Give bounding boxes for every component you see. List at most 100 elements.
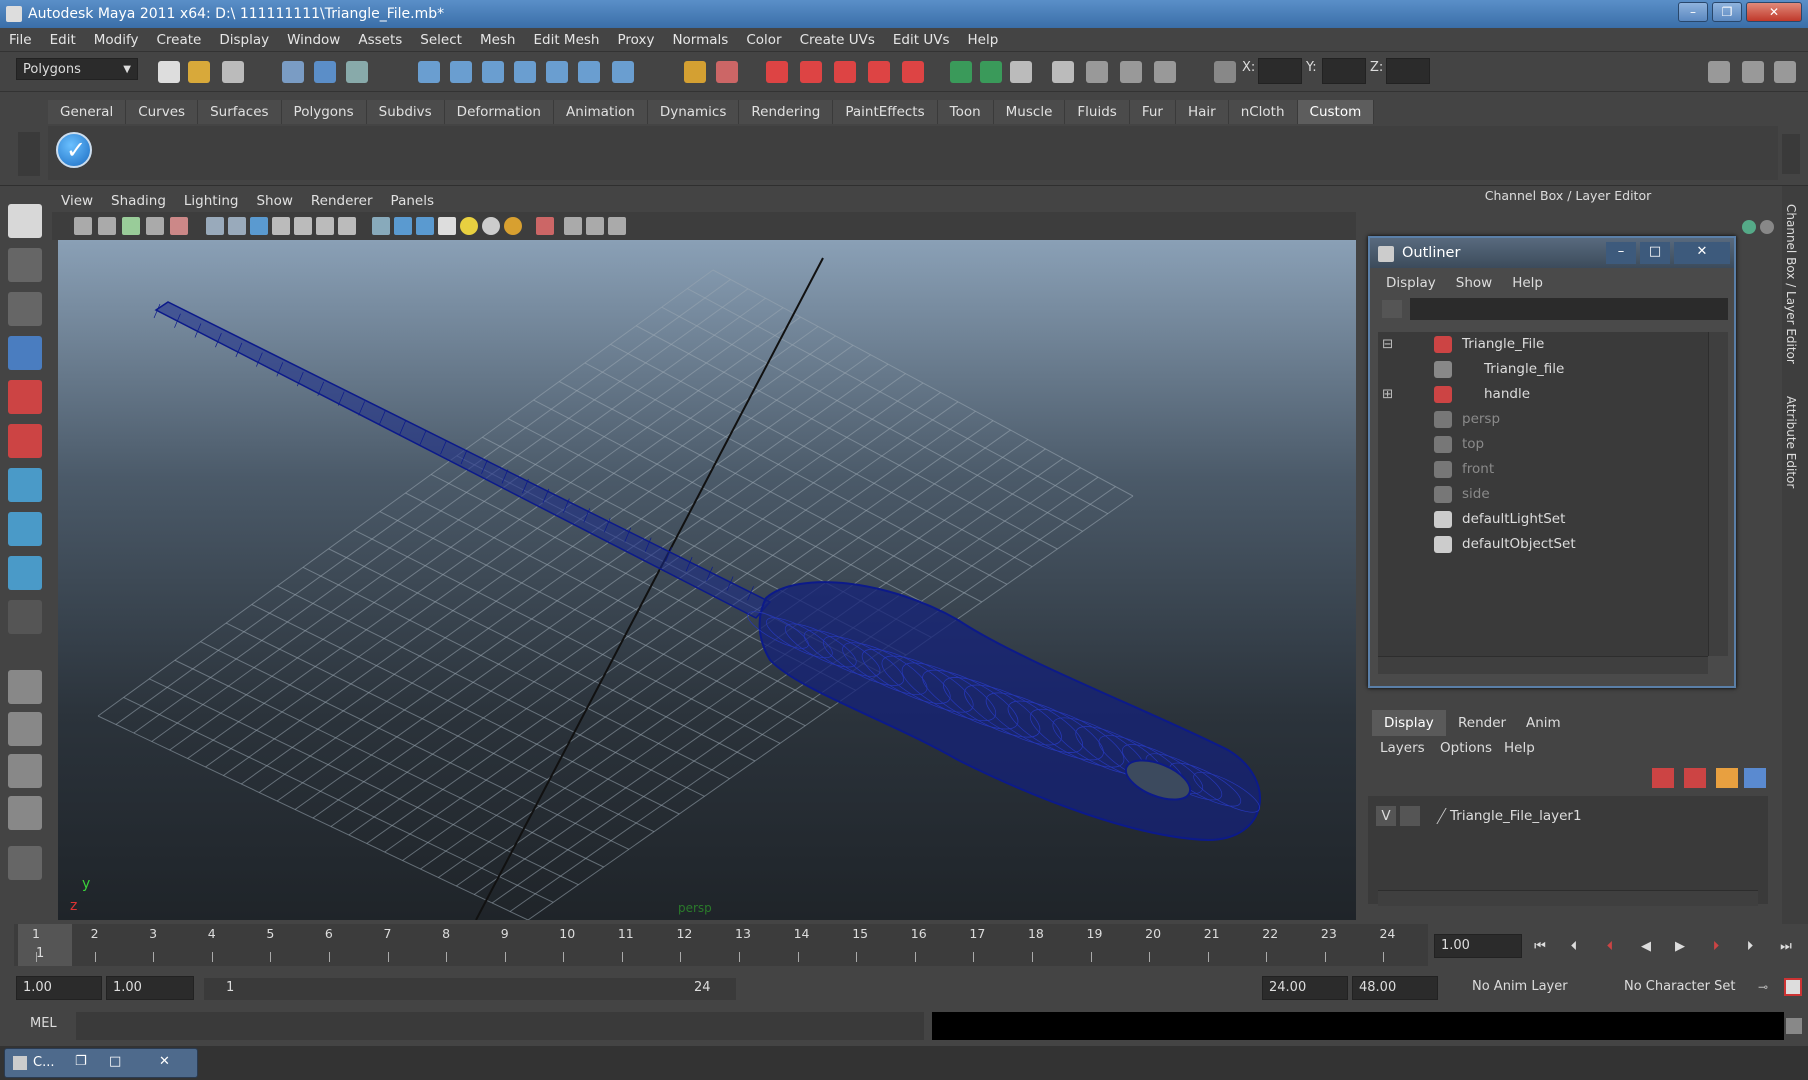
minimized-close-button[interactable]: ✕: [159, 1054, 170, 1069]
safe-action-icon[interactable]: [316, 217, 334, 235]
y-field[interactable]: [1322, 58, 1366, 84]
menu-edit-mesh[interactable]: Edit Mesh: [524, 28, 608, 52]
outliner-item[interactable]: ⊞ handle: [1378, 382, 1708, 407]
shelf-tab-ncloth[interactable]: nCloth: [1228, 100, 1298, 124]
menu-modify[interactable]: Modify: [85, 28, 148, 52]
shelf-tab-toon[interactable]: Toon: [937, 100, 994, 124]
ipr-render-icon[interactable]: [800, 61, 822, 83]
menu-color[interactable]: Color: [737, 28, 790, 52]
hypershade-icon[interactable]: [868, 61, 890, 83]
lock-icon[interactable]: [684, 61, 706, 83]
shadows-icon[interactable]: [482, 217, 500, 235]
outliner-maximize-button[interactable]: □: [1640, 242, 1670, 264]
select-by-object-icon[interactable]: [314, 61, 336, 83]
layer-horizontal-scrollbar[interactable]: [1378, 890, 1758, 906]
shelf-tab-muscle[interactable]: Muscle: [993, 100, 1066, 124]
image-plane-icon[interactable]: [146, 217, 164, 235]
field-chart-icon[interactable]: [294, 217, 312, 235]
preferences-icon[interactable]: [1784, 978, 1802, 996]
move-tool-icon[interactable]: [8, 336, 42, 370]
outliner-item[interactable]: ⊟ Triangle_File: [1378, 332, 1708, 357]
shelf-tab-hair[interactable]: Hair: [1175, 100, 1229, 124]
camera-attributes-icon[interactable]: [98, 217, 116, 235]
select-by-hierarchy-icon[interactable]: [282, 61, 304, 83]
textured-icon[interactable]: [438, 217, 456, 235]
side-tab-channel-box[interactable]: Channel Box / Layer Editor: [1784, 204, 1798, 364]
select-by-component-icon[interactable]: [346, 61, 368, 83]
menu-create-uvs[interactable]: Create UVs: [791, 28, 884, 52]
shelf-tab-deformation[interactable]: Deformation: [444, 100, 554, 124]
time-slider[interactable]: 1 1 2 3 4 5 6 7 8 9 10 11 12 13 14 15 16 17 18 19 20 21 22 23 2…: [14, 924, 1428, 966]
snap-view-plane-icon[interactable]: [514, 61, 536, 83]
shelf-tab-painteffects[interactable]: PaintEffects: [833, 100, 938, 124]
shelf-tab-dynamics[interactable]: Dynamics: [647, 100, 740, 124]
playback-start-field[interactable]: 1.00: [106, 976, 194, 1000]
snap-curve-icon[interactable]: [450, 61, 472, 83]
current-time-marker[interactable]: 1: [18, 924, 72, 966]
menu-mesh[interactable]: Mesh: [471, 28, 525, 52]
manipulator-tool-icon[interactable]: [8, 468, 42, 502]
xray-joints-icon[interactable]: [586, 217, 604, 235]
channel-box-layer-icon[interactable]: [1760, 220, 1774, 234]
menu-display[interactable]: Display: [210, 28, 278, 52]
command-language-label[interactable]: MEL: [30, 1016, 57, 1031]
menu-file[interactable]: File: [0, 28, 41, 52]
play-forwards-icon[interactable]: ▶: [1668, 936, 1692, 958]
input-operations-icon[interactable]: [950, 61, 972, 83]
shelf-tab-animation[interactable]: Animation: [553, 100, 648, 124]
outliner-filter-input[interactable]: [1410, 298, 1728, 320]
current-frame-field[interactable]: 1.00: [1434, 934, 1522, 958]
film-gate-icon[interactable]: [228, 217, 246, 235]
output-operations-icon[interactable]: [980, 61, 1002, 83]
last-tool-icon[interactable]: [8, 600, 42, 634]
paint-select-tool-icon[interactable]: [8, 292, 42, 326]
layer-tab-display[interactable]: Display: [1372, 710, 1446, 736]
history-icon[interactable]: [578, 61, 600, 83]
outliner-minimize-button[interactable]: –: [1606, 242, 1636, 264]
menu-window[interactable]: Window: [278, 28, 349, 52]
close-button[interactable]: ✕: [1746, 2, 1802, 22]
wireframe-on-shaded-icon[interactable]: [416, 217, 434, 235]
outliner-menu-display[interactable]: Display: [1376, 272, 1446, 294]
toggle-channel-box-icon[interactable]: [1774, 61, 1796, 83]
single-view-layout-icon[interactable]: [8, 670, 42, 704]
open-scene-icon[interactable]: [188, 61, 210, 83]
show-channel-box-icon[interactable]: [1120, 61, 1142, 83]
menu-assets[interactable]: Assets: [349, 28, 411, 52]
panel-menu-view[interactable]: View: [52, 190, 102, 212]
menu-help[interactable]: Help: [959, 28, 1008, 52]
go-to-start-icon[interactable]: ⏮: [1528, 936, 1552, 958]
layer-tab-anim[interactable]: Anim: [1514, 710, 1573, 736]
resolution-gate-icon[interactable]: [250, 217, 268, 235]
menu-create[interactable]: Create: [147, 28, 210, 52]
menu-select[interactable]: Select: [411, 28, 471, 52]
layer-tab-render[interactable]: Render: [1446, 710, 1518, 736]
panel-menu-show[interactable]: Show: [247, 190, 301, 212]
xray-components-icon[interactable]: [608, 217, 626, 235]
animation-start-field[interactable]: 1.00: [16, 976, 102, 1000]
channel-box-mode-icon[interactable]: [1742, 220, 1756, 234]
render-settings-icon[interactable]: [834, 61, 856, 83]
menu-edit[interactable]: Edit: [41, 28, 85, 52]
new-scene-icon[interactable]: [158, 61, 180, 83]
move-down-layer-icon[interactable]: [1744, 768, 1766, 788]
layer-menu-help[interactable]: Help: [1504, 740, 1535, 756]
outliner-menu-help[interactable]: Help: [1502, 272, 1553, 294]
toggle-sidebar-icon[interactable]: [1708, 61, 1730, 83]
absolute-transform-icon[interactable]: [1214, 61, 1236, 83]
command-input[interactable]: [76, 1012, 924, 1040]
wireframe-icon[interactable]: [372, 217, 390, 235]
outliner-item[interactable]: defaultObjectSet: [1378, 532, 1708, 557]
layer-menu-layers[interactable]: Layers: [1380, 740, 1425, 756]
help-icon[interactable]: [612, 61, 634, 83]
high-quality-icon[interactable]: [504, 217, 522, 235]
persp-graph-layout-icon[interactable]: [8, 796, 42, 830]
render-view-icon[interactable]: [902, 61, 924, 83]
soft-modification-tool-icon[interactable]: [8, 512, 42, 546]
2d-pan-zoom-icon[interactable]: [170, 217, 188, 235]
outliner-vertical-scrollbar[interactable]: [1708, 332, 1728, 656]
isolate-select-icon[interactable]: [536, 217, 554, 235]
four-view-layout-icon[interactable]: [8, 712, 42, 746]
camera-select-icon[interactable]: [74, 217, 92, 235]
restore-button[interactable]: ❐: [1712, 2, 1742, 22]
